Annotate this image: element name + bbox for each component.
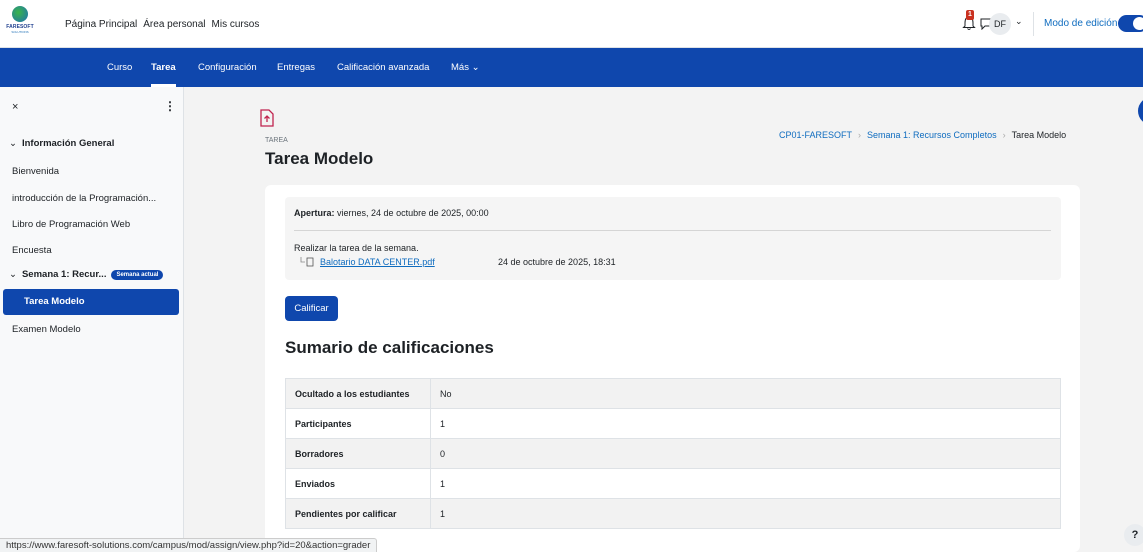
attachment-date: 24 de octubre de 2025, 18:31 bbox=[498, 257, 616, 267]
info-divider bbox=[294, 230, 1051, 231]
section-title: Información General bbox=[21, 138, 115, 149]
status-bar-url: https://www.faresoft-solutions.com/campu… bbox=[0, 538, 378, 552]
open-block-drawer-button[interactable] bbox=[1138, 97, 1143, 125]
course-item-libro[interactable]: Libro de Programación Web bbox=[12, 219, 130, 230]
course-item-examen-modelo[interactable]: Examen Modelo bbox=[12, 324, 81, 335]
section-title: Semana 1: Recur... bbox=[21, 269, 107, 280]
breadcrumb-section[interactable]: Semana 1: Recursos Completos bbox=[867, 130, 997, 140]
header-divider bbox=[1033, 12, 1034, 36]
chevron-down-icon: ⌄ bbox=[9, 138, 17, 149]
logo-mark-icon bbox=[12, 6, 28, 22]
user-avatar[interactable]: DF bbox=[989, 13, 1011, 35]
table-key: Borradores bbox=[285, 438, 431, 469]
grading-summary-table: Ocultado a los estudiantes No Participan… bbox=[285, 378, 1061, 529]
course-index-drawer: × ⋮ ⌄ Información General Bienvenida int… bbox=[0, 87, 184, 552]
attachment-row: Balotario DATA CENTER.pdf bbox=[300, 257, 435, 267]
table-row: Borradores 0 bbox=[285, 438, 1061, 469]
user-menu-chevron-icon[interactable]: ⌄ bbox=[1015, 16, 1023, 27]
table-key: Ocultado a los estudiantes bbox=[285, 378, 431, 409]
edit-mode-label: Modo de edición bbox=[1044, 18, 1118, 29]
activity-dates-box: Apertura: viernes, 24 de octubre de 2025… bbox=[285, 197, 1061, 280]
tab-curso[interactable]: Curso bbox=[107, 48, 132, 87]
notification-count-badge: 1 bbox=[966, 10, 974, 20]
file-tree-icon bbox=[300, 257, 314, 267]
grade-button[interactable]: Calificar bbox=[285, 296, 338, 321]
tab-entregas[interactable]: Entregas bbox=[277, 48, 315, 87]
chevron-down-icon: ⌄ bbox=[471, 62, 480, 73]
table-row: Pendientes por calificar 1 bbox=[285, 498, 1061, 529]
course-item-tarea-modelo[interactable]: Tarea Modelo bbox=[3, 289, 179, 315]
breadcrumb-course[interactable]: CP01-FARESOFT bbox=[779, 130, 852, 140]
top-navbar: FARESOFT SOLUTIONS Página Principal Área… bbox=[0, 0, 1143, 48]
opening-date-label: Apertura: bbox=[294, 208, 335, 218]
chevron-right-icon: › bbox=[1002, 130, 1006, 140]
close-drawer-icon[interactable]: × bbox=[12, 101, 18, 113]
table-value: 0 bbox=[430, 438, 1061, 469]
edit-mode-toggle[interactable] bbox=[1118, 15, 1143, 32]
tab-calificacion-avanzada[interactable]: Calificación avanzada bbox=[337, 48, 429, 87]
main-content: TAREA Tarea Modelo CP01-FARESOFT › Seman… bbox=[185, 87, 1143, 552]
nav-personal-link[interactable]: Área personal bbox=[143, 19, 205, 30]
section-informacion-general[interactable]: ⌄ Información General bbox=[9, 138, 114, 149]
nav-courses-link[interactable]: Mis cursos bbox=[212, 19, 260, 30]
section-semana-1[interactable]: ⌄ Semana 1: Recur... Semana actual bbox=[9, 269, 164, 280]
table-key: Participantes bbox=[285, 408, 431, 439]
tab-tarea[interactable]: Tarea bbox=[151, 48, 176, 87]
breadcrumb-current: Tarea Modelo bbox=[1011, 130, 1067, 140]
table-row: Participantes 1 bbox=[285, 408, 1061, 439]
table-key: Enviados bbox=[285, 468, 431, 499]
table-row: Enviados 1 bbox=[285, 468, 1061, 499]
opening-date-value: viernes, 24 de octubre de 2025, 00:00 bbox=[337, 208, 489, 218]
assignment-description: Realizar la tarea de la semana. bbox=[294, 243, 419, 253]
assignment-card: Apertura: viernes, 24 de octubre de 2025… bbox=[265, 185, 1080, 552]
opening-date: Apertura: viernes, 24 de octubre de 2025… bbox=[294, 208, 489, 218]
table-value: 1 bbox=[430, 468, 1061, 499]
drawer-options-icon[interactable]: ⋮ bbox=[164, 99, 176, 113]
nav-home-link[interactable]: Página Principal bbox=[65, 19, 137, 30]
secondary-navigation: Curso Tarea Configuración Entregas Calif… bbox=[0, 48, 1143, 87]
course-item-encuesta[interactable]: Encuesta bbox=[12, 245, 52, 256]
logo-subtitle: SOLUTIONS bbox=[11, 30, 29, 34]
primary-navigation: Página Principal Área personal Mis curso… bbox=[65, 0, 259, 48]
tab-mas-label: Más bbox=[451, 62, 469, 73]
attachment-link[interactable]: Balotario DATA CENTER.pdf bbox=[320, 257, 435, 267]
course-item-introduccion[interactable]: introducción de la Programación... bbox=[12, 193, 156, 204]
page-title: Tarea Modelo bbox=[265, 149, 374, 168]
activity-type-label: TAREA bbox=[265, 137, 288, 144]
table-key: Pendientes por calificar bbox=[285, 498, 431, 529]
table-row: Ocultado a los estudiantes No bbox=[285, 378, 1061, 409]
tab-configuracion[interactable]: Configuración bbox=[198, 48, 257, 87]
table-value: No bbox=[430, 378, 1061, 409]
chevron-right-icon: › bbox=[858, 130, 862, 140]
help-button[interactable]: ? bbox=[1124, 524, 1143, 546]
current-week-badge: Semana actual bbox=[111, 269, 164, 280]
site-logo[interactable]: FARESOFT SOLUTIONS bbox=[6, 6, 34, 40]
assignment-icon bbox=[260, 109, 274, 127]
grading-summary-heading: Sumario de calificaciones bbox=[285, 338, 494, 357]
table-value: 1 bbox=[430, 408, 1061, 439]
course-item-bienvenida[interactable]: Bienvenida bbox=[12, 166, 59, 177]
table-value: 1 bbox=[430, 498, 1061, 529]
breadcrumb: CP01-FARESOFT › Semana 1: Recursos Compl… bbox=[779, 130, 1066, 140]
tab-mas[interactable]: Más ⌄ bbox=[451, 48, 480, 87]
chevron-down-icon: ⌄ bbox=[9, 269, 17, 280]
